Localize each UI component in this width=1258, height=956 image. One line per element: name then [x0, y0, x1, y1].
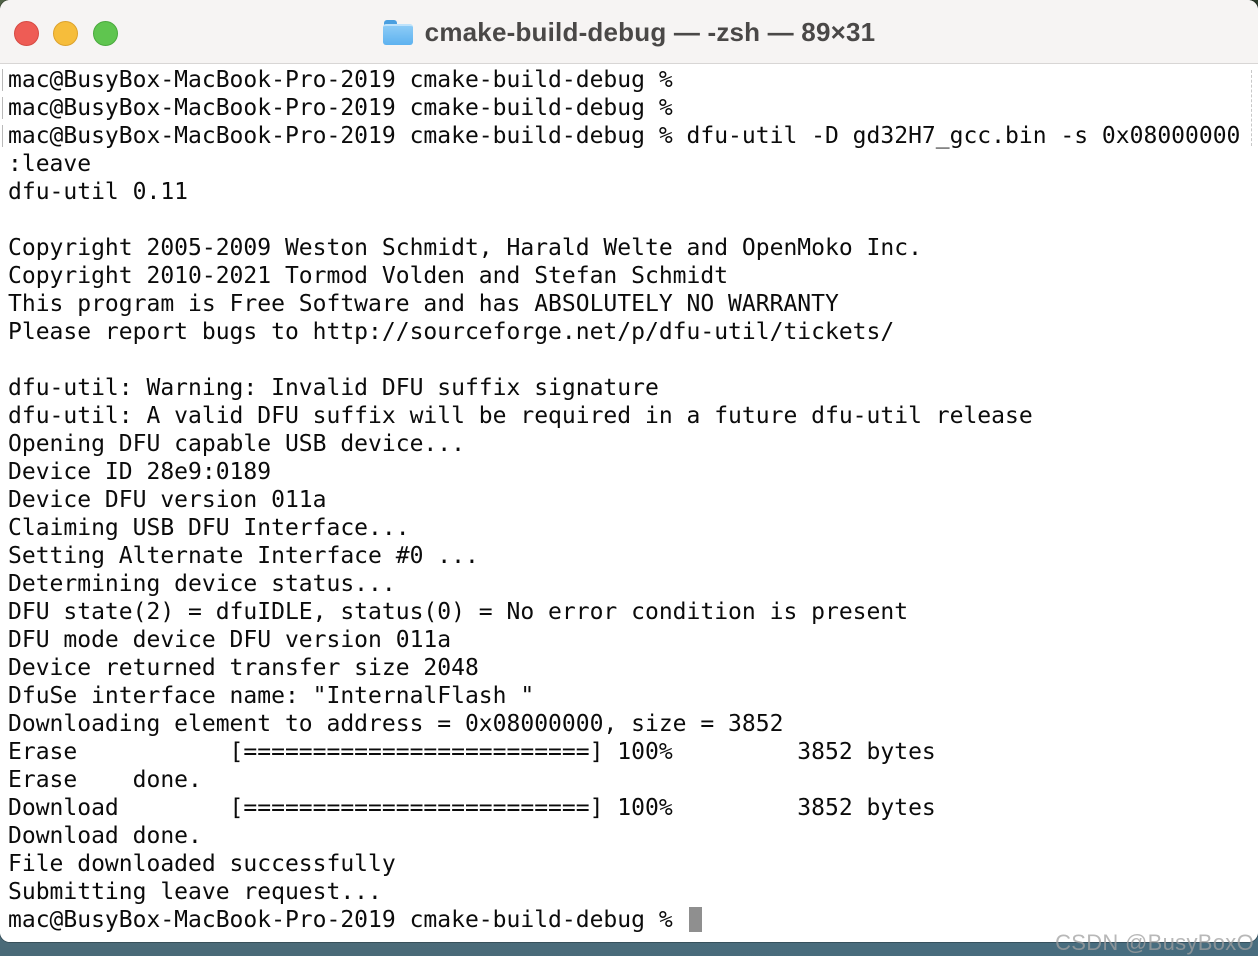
terminal-line: dfu-util 0.11 — [8, 179, 189, 205]
terminal-line: Device DFU version 011a — [8, 487, 327, 513]
terminal-line: Download done. — [8, 823, 202, 849]
terminal-line: Determining device status... — [8, 571, 396, 597]
terminal-line: Downloading element to address = 0x08000… — [8, 711, 784, 737]
folder-icon — [382, 19, 413, 45]
terminal-output[interactable]: mac@BusyBox-MacBook-Pro-2019 cmake-build… — [0, 64, 1258, 942]
window-title: cmake-build-debug — -zsh — 89×31 — [424, 16, 876, 47]
terminal-line: Device ID 28e9:0189 — [8, 459, 272, 485]
watermark: CSDN @BusyBoxO — [1055, 930, 1254, 955]
prompt-text: mac@BusyBox-MacBook-Pro-2019 cmake-build… — [8, 907, 687, 933]
terminal-line: Opening DFU capable USB device... — [8, 431, 465, 457]
terminal-line: This program is Free Software and has AB… — [8, 291, 839, 317]
terminal-line: Setting Alternate Interface #0 ... — [8, 543, 479, 569]
terminal-line: Claiming USB DFU Interface... — [8, 515, 410, 541]
terminal-window: cmake-build-debug — -zsh — 89×31 mac@Bus… — [0, 0, 1258, 942]
terminal-line: Copyright 2005-2009 Weston Schmidt, Hara… — [8, 235, 922, 261]
terminal-line: mac@BusyBox-MacBook-Pro-2019 cmake-build… — [0, 94, 1258, 122]
terminal-line: mac@BusyBox-MacBook-Pro-2019 cmake-build… — [0, 66, 1258, 94]
text-cursor — [688, 907, 702, 932]
terminal-line: :leave — [8, 151, 92, 177]
terminal-line: Please report bugs to http://sourceforge… — [8, 319, 895, 345]
window-title-group: cmake-build-debug — -zsh — 89×31 — [0, 0, 1258, 64]
terminal-line: DFU state(2) = dfuIDLE, status(0) = No e… — [8, 599, 909, 625]
terminal-line: mac@BusyBox-MacBook-Pro-2019 cmake-build… — [0, 122, 1258, 150]
terminal-line: dfu-util: A valid DFU suffix will be req… — [8, 403, 1033, 429]
terminal-line: File downloaded successfully — [8, 851, 396, 877]
terminal-line: Device returned transfer size 2048 — [8, 655, 479, 681]
terminal-line: Erase [=========================] 100% 3… — [8, 739, 936, 765]
terminal-line: DFU mode device DFU version 011a — [8, 627, 452, 653]
terminal-line: Download [=========================] 100… — [8, 795, 936, 821]
terminal-line: Erase done. — [8, 767, 202, 793]
terminal-line: Submitting leave request... — [8, 879, 382, 905]
title-bar[interactable]: cmake-build-debug — -zsh — 89×31 — [0, 0, 1258, 64]
terminal-line: DfuSe interface name: "InternalFlash " — [8, 683, 535, 709]
terminal-line: Copyright 2010-2021 Tormod Volden and St… — [8, 263, 729, 289]
terminal-line: dfu-util: Warning: Invalid DFU suffix si… — [8, 375, 659, 401]
